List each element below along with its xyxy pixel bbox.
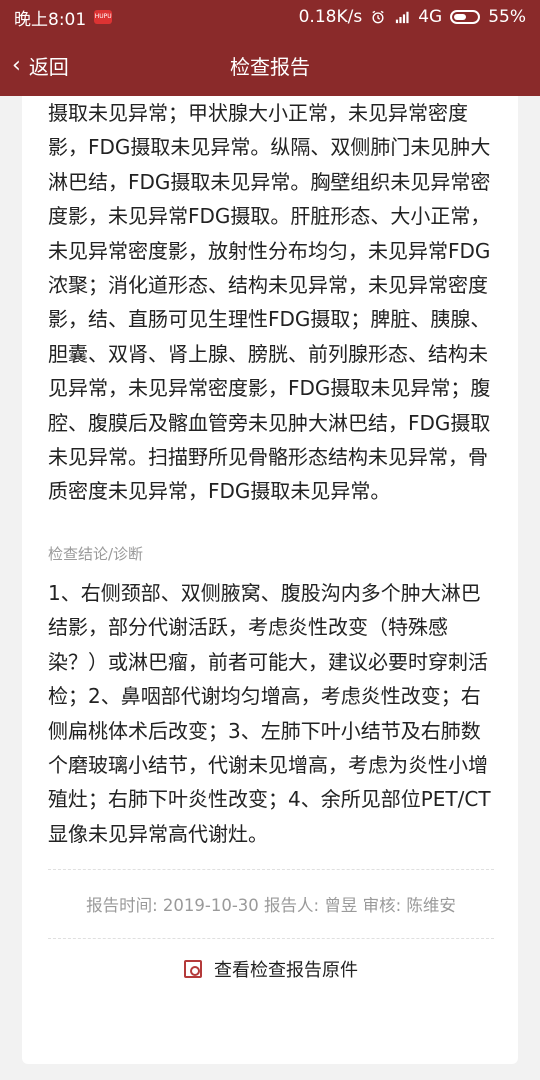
- alarm-icon: [372, 10, 384, 24]
- back-label: 返回: [28, 54, 69, 79]
- chevron-left-icon: ‹: [12, 52, 21, 78]
- document-search-icon: [184, 960, 202, 979]
- conclusion-text: 1、右侧颈部、双侧腋窝、腹股沟内多个肿大淋巴结影，部分代谢活跃，考虑炎性改变（特…: [48, 580, 491, 846]
- page-title: 检查报告: [230, 54, 310, 79]
- status-bar: 晚上8:01 HUPU 0.18K/s 4G 55%: [0, 0, 540, 34]
- battery-icon: [450, 10, 481, 24]
- status-left: 晚上8:01 HUPU: [14, 5, 113, 30]
- signal-icon: [396, 11, 409, 24]
- view-original-report-button[interactable]: 查看检查报告原件: [48, 939, 494, 999]
- view-original-label: 查看检查报告原件: [214, 960, 358, 982]
- back-button[interactable]: ‹ 返回: [12, 34, 69, 96]
- status-right: 0.18K/s 4G 55%: [299, 7, 526, 27]
- network-type: 4G: [418, 7, 443, 27]
- network-speed: 0.18K/s: [298, 7, 363, 27]
- nav-bar: ‹ 返回 检查报告: [0, 34, 540, 96]
- conclusion-label: 检查结论/诊断: [48, 544, 144, 563]
- battery-percent: 55%: [488, 7, 526, 27]
- report-meta: 报告时间: 2019-10-30 报告人: 曾昱 审核: 陈维安: [86, 896, 456, 916]
- divider: [48, 869, 494, 871]
- status-time: 晚上8:01: [14, 9, 87, 30]
- findings-text: 摄取未见异常；甲状腺大小正常，未见异常密度影，FDG摄取未见异常。纵隔、双侧肺门…: [48, 101, 491, 504]
- app-badge-icon: HUPU: [94, 10, 113, 24]
- report-card: 摄取未见异常；甲状腺大小正常，未见异常密度影，FDG摄取未见异常。纵隔、双侧肺门…: [22, 96, 518, 1064]
